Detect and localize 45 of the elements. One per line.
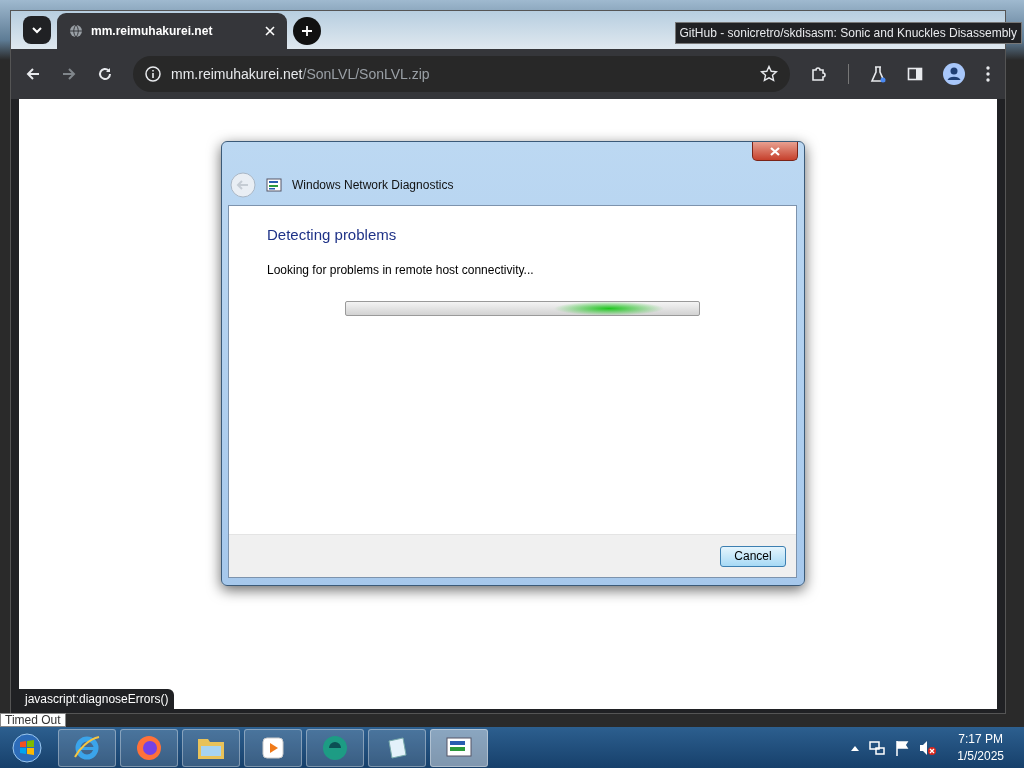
clock-date: 1/5/2025	[957, 749, 1004, 763]
network-computer-icon[interactable]	[869, 739, 886, 756]
taskbar-button[interactable]	[306, 728, 364, 767]
back-arrow-icon[interactable]	[25, 66, 41, 82]
close-icon	[770, 146, 780, 156]
media-player-icon	[260, 734, 286, 761]
windows-logo-icon	[12, 732, 42, 763]
address-bar[interactable]: mm.reimuhakurei.net/SonLVL/SonLVL.zip	[133, 56, 790, 92]
taskbar-button[interactable]	[430, 728, 488, 767]
close-icon[interactable]	[265, 26, 275, 36]
muted-speaker-icon[interactable]	[919, 739, 938, 756]
flask-icon[interactable]	[869, 65, 887, 83]
info-icon[interactable]	[145, 66, 161, 82]
globe-icon	[69, 24, 83, 38]
taskbar-button[interactable]	[58, 728, 116, 767]
flag-icon[interactable]	[895, 739, 910, 756]
cancel-button[interactable]: Cancel	[720, 545, 786, 567]
puzzle-icon[interactable]	[810, 65, 828, 83]
profile-avatar-icon[interactable]	[943, 63, 965, 85]
status-message: Looking for problems in remote host connectivity...	[267, 263, 535, 277]
menu-icon[interactable]	[985, 65, 991, 83]
taskbar-button[interactable]	[368, 728, 426, 767]
browser-tab[interactable]: mm.reimuhakurei.net	[57, 13, 287, 49]
close-button[interactable]	[752, 142, 798, 161]
clock-time: 7:17 PM	[958, 732, 1003, 746]
side-panel-icon[interactable]	[907, 66, 923, 82]
caret-up-icon[interactable]	[851, 744, 860, 751]
star-icon[interactable]	[760, 65, 778, 83]
dialog-title: Windows Network Diagnostics	[292, 177, 454, 192]
tab-title: mm.reimuhakurei.net	[91, 24, 214, 38]
dialog-heading: Detecting problems	[267, 226, 398, 243]
taskbar-button[interactable]	[244, 728, 302, 767]
new-tab-button[interactable]	[293, 17, 321, 45]
chevron-down-icon	[31, 26, 43, 34]
forward-arrow-icon[interactable]	[61, 66, 77, 82]
taskbar-button[interactable]	[182, 728, 240, 767]
status-link-text: javascript:diagnoseErrors()	[19, 689, 175, 709]
reload-icon[interactable]	[97, 66, 113, 82]
fox-globe-icon	[135, 733, 163, 762]
url-text: mm.reimuhakurei.net/SonLVL/SonLVL.zip	[171, 66, 431, 82]
tab-search-button[interactable]	[23, 16, 51, 44]
network-icon	[266, 177, 282, 192]
taskbar-tooltip: Timed Out	[0, 713, 66, 727]
plus-icon	[301, 25, 313, 37]
tab-tooltip: GitHub - sonicretro/skdisasm: Sonic and Knuckles Disassembly	[674, 22, 1022, 44]
